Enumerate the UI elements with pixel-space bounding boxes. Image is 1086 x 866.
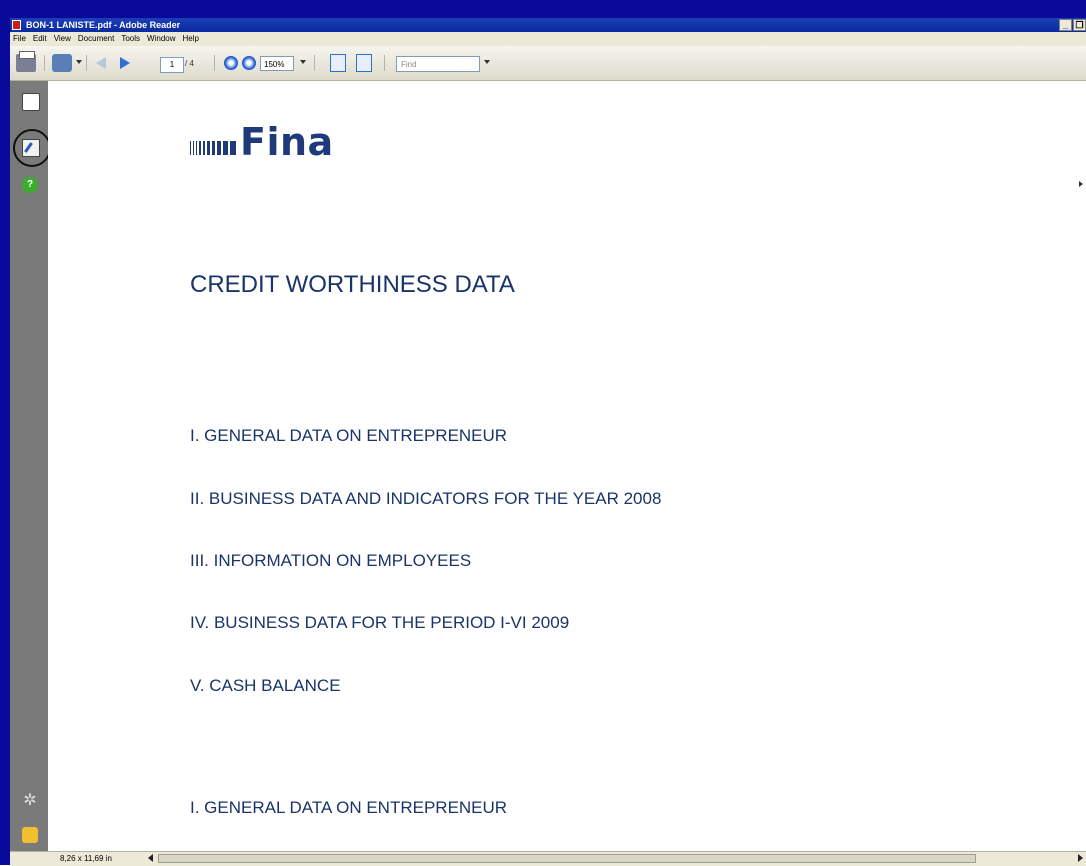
adobe-reader-window: BON-1 LANISTE.pdf - Adobe Reader _ ❐ Fil…: [10, 18, 1086, 866]
next-page-icon[interactable]: [116, 54, 134, 72]
section-1: I. GENERAL DATA ON ENTREPRENEUR: [190, 426, 508, 445]
window-controls: _ ❐: [1058, 19, 1086, 31]
print-icon[interactable]: [16, 51, 36, 72]
page-size-label: 8,26 x 11,69 in: [60, 854, 112, 863]
menu-edit[interactable]: Edit: [30, 32, 51, 46]
logo-bars: [190, 135, 238, 163]
navigation-panel: ? ✲: [10, 81, 51, 851]
document-page[interactable]: Fina CREDIT WORTHINESS DATA I. GENERAL D…: [48, 81, 1086, 851]
attachment-icon[interactable]: ✲: [22, 793, 38, 809]
fit-width-icon[interactable]: [356, 54, 372, 72]
fit-page-icon[interactable]: [330, 54, 346, 72]
minimize-button[interactable]: _: [1059, 19, 1072, 31]
menu-bar: File Edit View Document Tools Window Hel…: [10, 32, 1086, 46]
section-5: V. CASH BALANCE: [190, 676, 341, 695]
section-2: II. BUSINESS DATA AND INDICATORS FOR THE…: [190, 489, 662, 508]
zoom-level-select[interactable]: 150%: [260, 56, 294, 71]
toolbar-separator: [384, 55, 385, 71]
pdf-app-icon: [12, 20, 21, 30]
toolbar-separator: [214, 55, 215, 71]
help-icon[interactable]: ?: [22, 177, 38, 193]
search-dropdown-icon[interactable]: [76, 60, 82, 64]
find-dropdown-icon[interactable]: [484, 60, 490, 64]
pages-icon[interactable]: [22, 93, 40, 111]
horizontal-scrollbar[interactable]: [158, 854, 976, 863]
logo-text: Fina: [240, 120, 334, 164]
page-total-label: / 4: [185, 59, 194, 68]
toolbar-separator: [86, 55, 87, 71]
menu-file[interactable]: File: [10, 32, 30, 46]
restore-button[interactable]: ❐: [1073, 19, 1086, 31]
toolbar-separator: [44, 55, 45, 71]
comments-icon[interactable]: [22, 139, 40, 157]
window-title: BON-1 LANISTE.pdf - Adobe Reader: [26, 20, 181, 30]
menu-tools[interactable]: Tools: [118, 32, 144, 46]
scroll-marker-icon: [1079, 181, 1083, 187]
find-input[interactable]: Find: [396, 56, 480, 72]
menu-view[interactable]: View: [51, 32, 75, 46]
section-4: IV. BUSINESS DATA FOR THE PERIOD I-VI 20…: [190, 613, 570, 632]
scroll-left-icon[interactable]: [148, 854, 153, 862]
section-3: III. INFORMATION ON EMPLOYEES: [190, 551, 472, 570]
vertical-scrollbar[interactable]: [1076, 81, 1086, 851]
search-icon[interactable]: [52, 54, 72, 72]
comments-list-icon[interactable]: [22, 827, 38, 843]
page-title: CREDIT WORTHINESS DATA: [190, 271, 515, 298]
zoom-dropdown-icon[interactable]: [300, 60, 306, 64]
zoom-out-icon[interactable]: [224, 56, 238, 70]
scroll-right-icon[interactable]: [1078, 854, 1083, 862]
section-heading: I. GENERAL DATA ON ENTREPRENEUR: [190, 798, 508, 817]
zoom-in-icon[interactable]: [242, 56, 256, 70]
menu-document[interactable]: Document: [75, 32, 118, 46]
page-number-input[interactable]: 1: [160, 57, 184, 73]
toolbar: 1 / 4 150% Find: [10, 46, 1086, 81]
menu-window[interactable]: Window: [144, 32, 179, 46]
previous-page-icon[interactable]: [94, 54, 112, 72]
toolbar-separator: [314, 55, 315, 71]
title-bar[interactable]: BON-1 LANISTE.pdf - Adobe Reader _ ❐: [10, 18, 1086, 32]
status-bar: 8,26 x 11,69 in: [10, 851, 1086, 866]
menu-help[interactable]: Help: [180, 32, 203, 46]
fina-logo: Fina: [190, 121, 334, 163]
